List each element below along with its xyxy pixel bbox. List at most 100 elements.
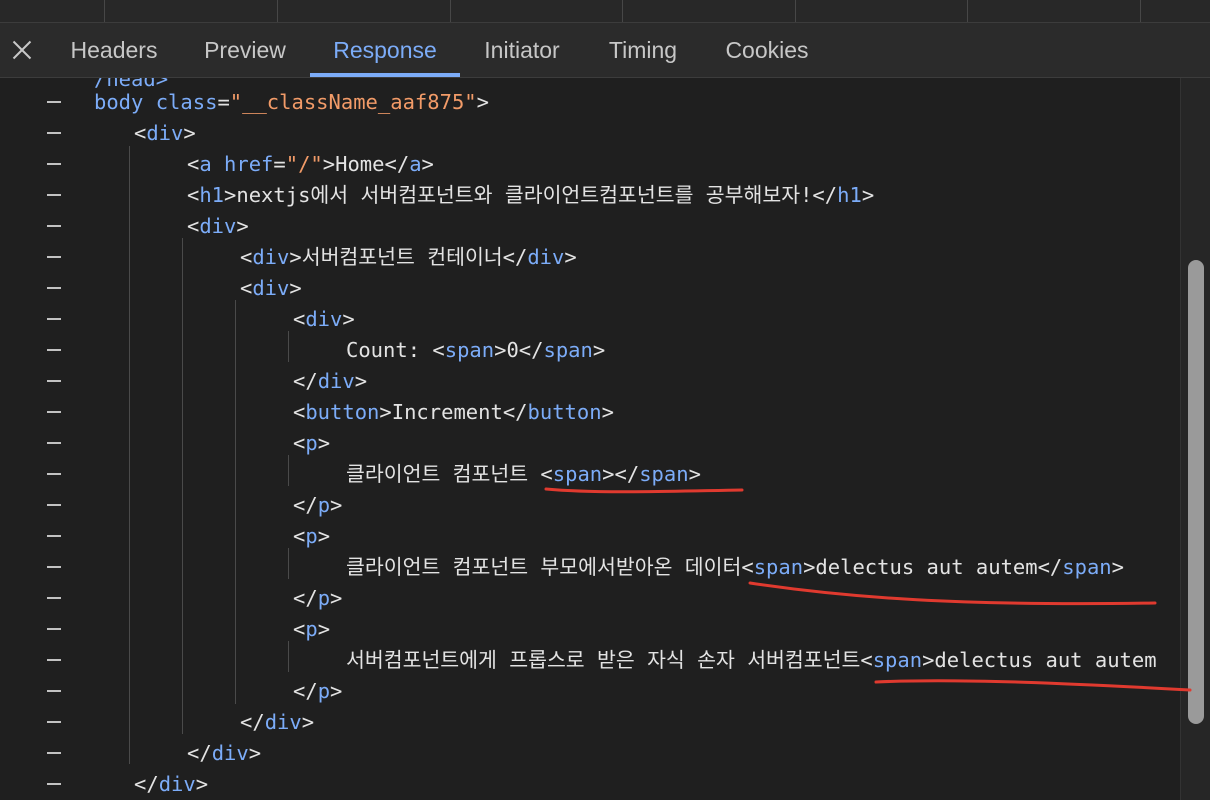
tab-cookies[interactable]: Cookies bbox=[712, 23, 822, 77]
collapse-dash[interactable] bbox=[47, 411, 61, 413]
code-line: <button>Increment</button> bbox=[293, 397, 614, 428]
code-token: < bbox=[187, 152, 200, 176]
code-line: <div>서버컴포넌트 컨테이너</div> bbox=[240, 242, 577, 273]
collapse-dash[interactable] bbox=[47, 256, 61, 258]
collapse-dash[interactable] bbox=[47, 132, 61, 134]
collapse-dash[interactable] bbox=[47, 225, 61, 227]
code-line: </p> bbox=[293, 676, 342, 707]
code-token: > bbox=[564, 245, 577, 269]
indent-guide bbox=[288, 641, 289, 672]
code-token: "/" bbox=[285, 152, 323, 176]
code-token: < bbox=[187, 214, 200, 238]
code-token: > bbox=[421, 152, 434, 176]
code-token: div bbox=[305, 307, 343, 331]
code-token: > bbox=[688, 462, 701, 486]
response-code-view[interactable]: /head> body class="__className_aaf875"> … bbox=[0, 78, 1180, 800]
code-line: </div> bbox=[134, 769, 208, 800]
collapse-dash[interactable] bbox=[47, 349, 61, 351]
code-token: > bbox=[317, 617, 331, 641]
collapse-dash[interactable] bbox=[47, 566, 61, 568]
code-token: > bbox=[236, 214, 249, 238]
code-token: h1 bbox=[199, 183, 225, 207]
code-token: > bbox=[317, 524, 331, 548]
code-line: <p> bbox=[293, 428, 330, 459]
tab-timing[interactable]: Timing bbox=[594, 23, 692, 77]
code-token: span bbox=[543, 338, 593, 362]
tab-preview[interactable]: Preview bbox=[190, 23, 300, 77]
code-token: button bbox=[527, 400, 602, 424]
code-token: span bbox=[552, 462, 603, 486]
code-token: 서버컴포넌트에게 프롭스로 받은 자식 손자 서버컴포넌트< bbox=[346, 648, 873, 672]
code-line: <div> bbox=[134, 118, 196, 149]
code-token: class bbox=[155, 90, 218, 114]
column-divider[interactable] bbox=[622, 0, 623, 22]
collapse-dash[interactable] bbox=[47, 690, 61, 692]
collapse-dash[interactable] bbox=[47, 535, 61, 537]
collapse-dash[interactable] bbox=[47, 628, 61, 630]
tab-response[interactable]: Response bbox=[310, 23, 460, 77]
code-token: div bbox=[146, 121, 184, 145]
collapse-dash[interactable] bbox=[47, 380, 61, 382]
code-token: > bbox=[301, 710, 315, 734]
code-token: p bbox=[305, 617, 318, 641]
code-token: a bbox=[409, 152, 422, 176]
collapse-dash[interactable] bbox=[47, 194, 61, 196]
code-token: </ bbox=[293, 679, 318, 703]
collapse-dash[interactable] bbox=[47, 318, 61, 320]
code-line-body: body class="__className_aaf875"> bbox=[94, 87, 489, 118]
code-line: <h1>nextjs에서 서버컴포넌트와 클라이언트컴포넌트를 공부해보자!</… bbox=[187, 180, 874, 211]
collapse-dash[interactable] bbox=[47, 442, 61, 444]
code-token: > bbox=[330, 679, 343, 703]
code-token: </ bbox=[293, 493, 318, 517]
code-token: > bbox=[1111, 555, 1124, 579]
code-token: > bbox=[195, 772, 209, 796]
code-token: < bbox=[240, 276, 253, 300]
code-line: Count: <span>0</span> bbox=[346, 335, 605, 366]
indent-guide bbox=[288, 455, 289, 486]
code-token: = bbox=[273, 152, 286, 176]
tab-headers[interactable]: Headers bbox=[56, 23, 172, 77]
code-token: div bbox=[527, 245, 565, 269]
code-line: <a href="/">Home</a> bbox=[187, 149, 434, 180]
column-divider[interactable] bbox=[277, 0, 278, 22]
code-token: </ bbox=[293, 369, 318, 393]
column-divider[interactable] bbox=[104, 0, 105, 22]
code-line: </div> bbox=[240, 707, 314, 738]
collapse-dash[interactable] bbox=[47, 473, 61, 475]
code-token: < bbox=[293, 307, 306, 331]
code-token: span bbox=[444, 338, 495, 362]
collapse-dash[interactable] bbox=[47, 163, 61, 165]
collapse-dash[interactable] bbox=[47, 659, 61, 661]
code-token: div bbox=[264, 710, 302, 734]
vertical-scrollbar[interactable] bbox=[1180, 78, 1210, 800]
collapse-dash[interactable] bbox=[47, 597, 61, 599]
code-token: >delectus aut autem bbox=[922, 648, 1157, 672]
column-divider[interactable] bbox=[967, 0, 968, 22]
code-token: > bbox=[183, 121, 196, 145]
column-divider[interactable] bbox=[795, 0, 796, 22]
code-token: > bbox=[317, 431, 331, 455]
code-line: </div> bbox=[187, 738, 261, 769]
collapse-dash[interactable] bbox=[47, 504, 61, 506]
close-icon[interactable] bbox=[9, 37, 35, 63]
active-tab-indicator bbox=[310, 73, 460, 77]
code-token: > bbox=[289, 276, 302, 300]
code-token: "__className_aaf875" bbox=[229, 90, 477, 114]
code-token: p bbox=[317, 586, 331, 610]
collapse-dash[interactable] bbox=[47, 752, 61, 754]
code-token: href bbox=[224, 152, 274, 176]
code-token: a bbox=[199, 152, 212, 176]
collapse-dash[interactable] bbox=[47, 101, 61, 103]
code-line: </div> bbox=[293, 366, 367, 397]
scrollbar-thumb[interactable] bbox=[1188, 260, 1204, 724]
column-divider[interactable] bbox=[1140, 0, 1141, 22]
code-token: div bbox=[211, 741, 249, 765]
tab-initiator[interactable]: Initiator bbox=[470, 23, 574, 77]
collapse-dash[interactable] bbox=[47, 721, 61, 723]
collapse-dash[interactable] bbox=[47, 287, 61, 289]
code-token: > bbox=[592, 338, 606, 362]
column-divider[interactable] bbox=[450, 0, 451, 22]
collapse-dash[interactable] bbox=[47, 783, 61, 785]
code-token: > bbox=[354, 369, 368, 393]
